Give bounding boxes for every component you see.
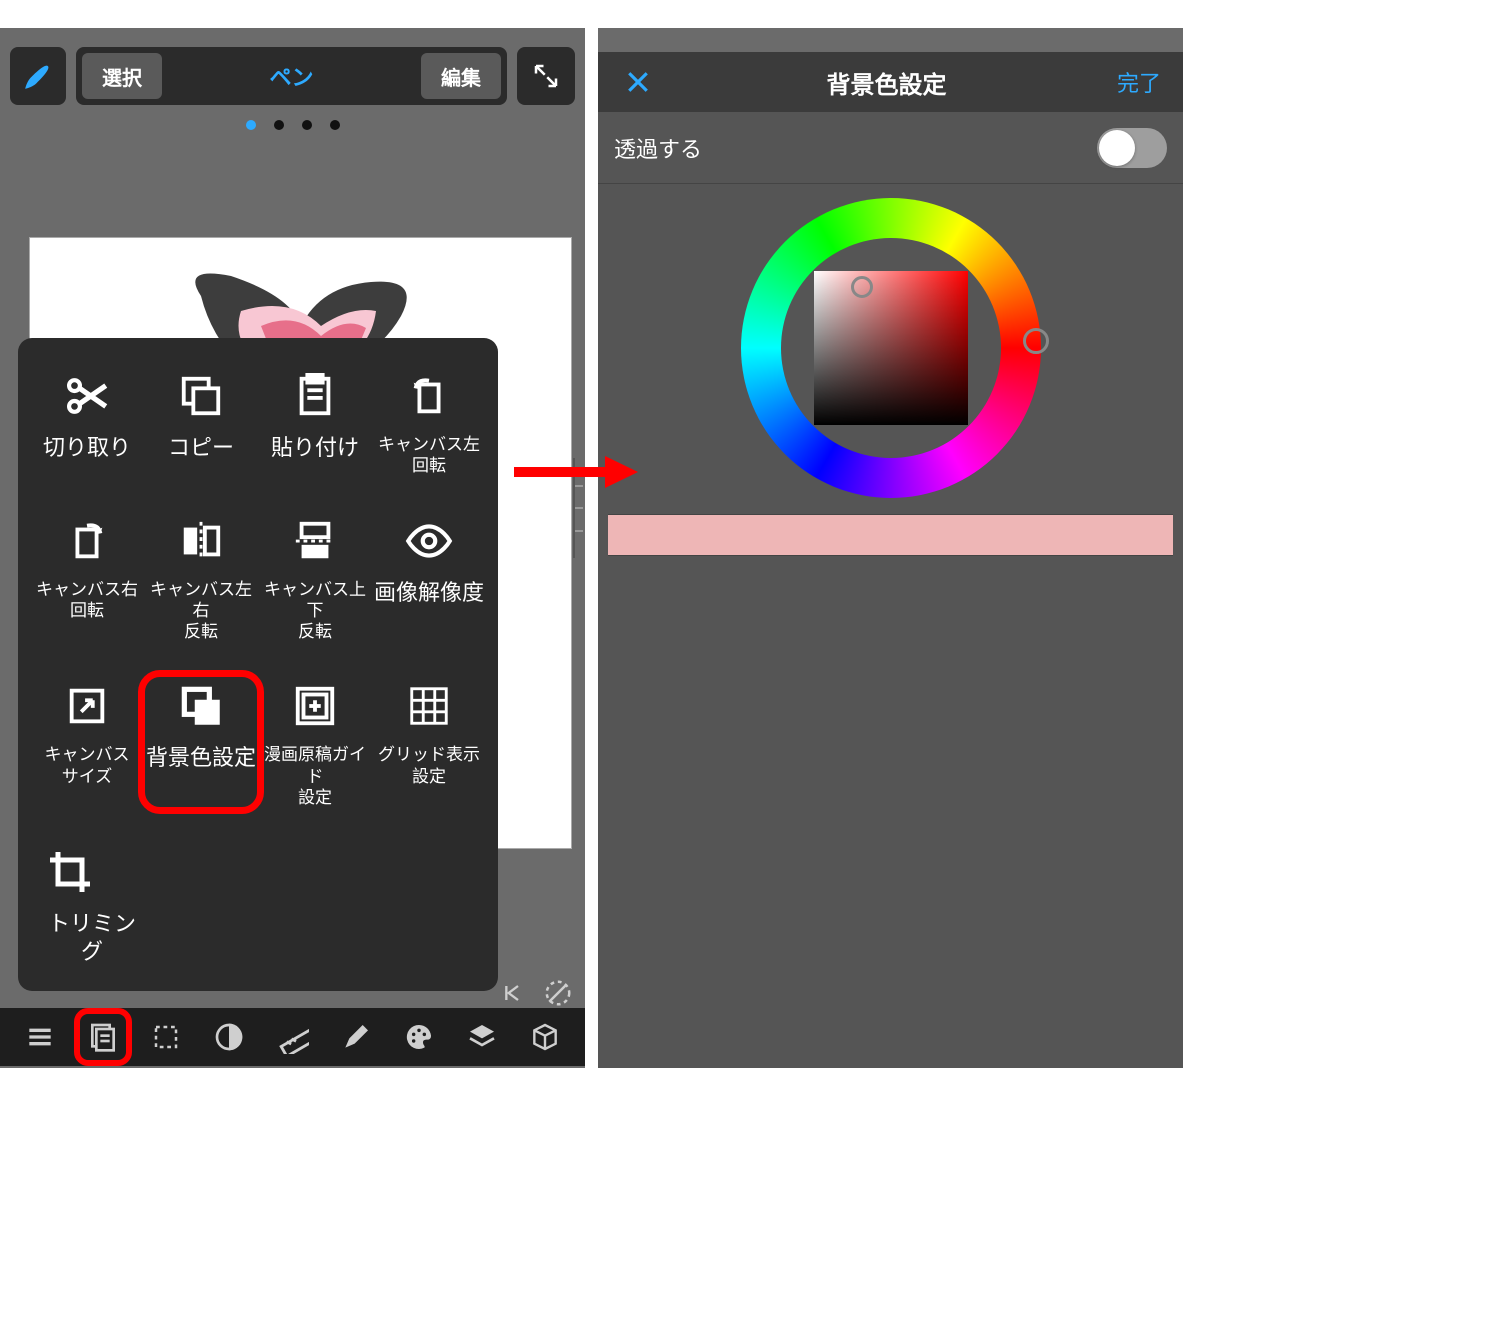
- copy-icon: [171, 370, 231, 422]
- flip-v-icon: [285, 515, 345, 567]
- resize-icon: [57, 680, 117, 732]
- cell-label: トリミング: [40, 910, 144, 965]
- hue-indicator[interactable]: [1023, 328, 1049, 354]
- brush-tool-nav-button[interactable]: [333, 1014, 379, 1060]
- arrow-annotation: [510, 452, 638, 478]
- selected-color-swatch[interactable]: [608, 514, 1173, 556]
- layers-button[interactable]: [459, 1014, 505, 1060]
- action-flip-horizontal[interactable]: キャンバス左右 反転: [144, 515, 258, 643]
- flip-h-icon: [171, 515, 231, 567]
- deselect-icon[interactable]: [543, 978, 573, 1008]
- color-wheel[interactable]: [741, 198, 1041, 498]
- action-flip-vertical[interactable]: キャンバス上下 反転: [258, 515, 372, 643]
- bottom-toolbar: [0, 1008, 585, 1066]
- page-dot: [274, 120, 284, 130]
- close-button[interactable]: [620, 64, 656, 100]
- rotate-right-icon: [57, 515, 117, 567]
- scissors-icon: [57, 370, 117, 422]
- cell-label: キャンバス左 回転: [378, 434, 480, 477]
- ruler-tool-button[interactable]: [269, 1014, 315, 1060]
- transparent-toggle[interactable]: [1097, 128, 1167, 168]
- mode-pen-button[interactable]: ペン: [168, 53, 415, 99]
- toggle-knob: [1099, 130, 1135, 166]
- color-picker-area: [598, 184, 1183, 1068]
- action-paste[interactable]: 貼り付け: [258, 370, 372, 477]
- page-dot: [302, 120, 312, 130]
- fullscreen-button[interactable]: [517, 47, 575, 105]
- cell-label: 切り取り: [43, 434, 131, 462]
- frame-plus-icon: [285, 680, 345, 732]
- fill-tool-button[interactable]: [206, 1014, 252, 1060]
- action-manga-guide[interactable]: 漫画原稿ガイド 設定: [258, 680, 372, 808]
- cell-label: 画像解像度: [374, 579, 484, 607]
- brush-tool-button[interactable]: [10, 47, 66, 105]
- transparent-row: 透過する: [598, 112, 1183, 184]
- cell-label: 漫画原稿ガイド 設定: [258, 744, 372, 808]
- skip-prev-icon[interactable]: [497, 979, 525, 1007]
- layers-square-icon: [171, 680, 231, 732]
- cell-label: キャンバス右 回転: [36, 579, 138, 622]
- palette-button[interactable]: [396, 1014, 442, 1060]
- action-copy[interactable]: コピー: [144, 370, 258, 477]
- cell-label: 背景色設定: [146, 744, 256, 772]
- page-dot: [246, 120, 256, 130]
- crop-icon: [40, 846, 100, 898]
- cell-label: 貼り付け: [271, 434, 359, 462]
- mode-segmented-control: 選択 ペン 編集: [76, 47, 507, 105]
- action-cut[interactable]: 切り取り: [30, 370, 144, 477]
- rotate-left-icon: [399, 370, 459, 422]
- action-resolution[interactable]: 画像解像度: [372, 515, 486, 643]
- mode-select-button[interactable]: 選択: [82, 53, 162, 99]
- action-background-color[interactable]: 背景色設定: [144, 680, 258, 808]
- sv-indicator[interactable]: [851, 276, 873, 298]
- cell-label: キャンバス サイズ: [45, 744, 130, 787]
- modal-title: 背景色設定: [656, 65, 1117, 100]
- app-left-screen: 選択 ペン 編集: [0, 28, 585, 1068]
- page-indicator: [0, 120, 585, 130]
- action-rotate-right[interactable]: キャンバス右 回転: [30, 515, 144, 643]
- transparent-label: 透過する: [614, 132, 1097, 164]
- app-right-screen: 背景色設定 完了 透過する: [598, 28, 1183, 1068]
- action-grid-settings[interactable]: グリッド表示 設定: [372, 680, 486, 808]
- action-rotate-left[interactable]: キャンバス左 回転: [372, 370, 486, 477]
- marquee-tool-button[interactable]: [143, 1014, 189, 1060]
- mini-tool-row: [497, 978, 573, 1008]
- cell-label: グリッド表示 設定: [378, 744, 480, 787]
- cell-label: キャンバス上下 反転: [258, 579, 372, 643]
- top-toolbar: 選択 ペン 編集: [10, 44, 575, 108]
- cell-label: コピー: [168, 434, 234, 462]
- action-trim[interactable]: トリミング: [30, 846, 144, 965]
- canvas-settings-button[interactable]: [80, 1014, 126, 1060]
- materials-button[interactable]: [522, 1014, 568, 1060]
- action-canvas-size[interactable]: キャンバス サイズ: [30, 680, 144, 808]
- cell-label: キャンバス左右 反転: [144, 579, 258, 643]
- menu-button[interactable]: [17, 1014, 63, 1060]
- modal-header: 背景色設定 完了: [598, 52, 1183, 112]
- page-dot: [330, 120, 340, 130]
- paste-icon: [285, 370, 345, 422]
- canvas-actions-popup: 切り取り コピー 貼り付け キャンバス左 回転 キャンバス右 回転: [18, 338, 498, 991]
- done-button[interactable]: 完了: [1117, 66, 1161, 98]
- sv-square[interactable]: [814, 271, 968, 425]
- eye-icon: [399, 515, 459, 567]
- grid-icon: [399, 680, 459, 732]
- mode-edit-button[interactable]: 編集: [421, 53, 501, 99]
